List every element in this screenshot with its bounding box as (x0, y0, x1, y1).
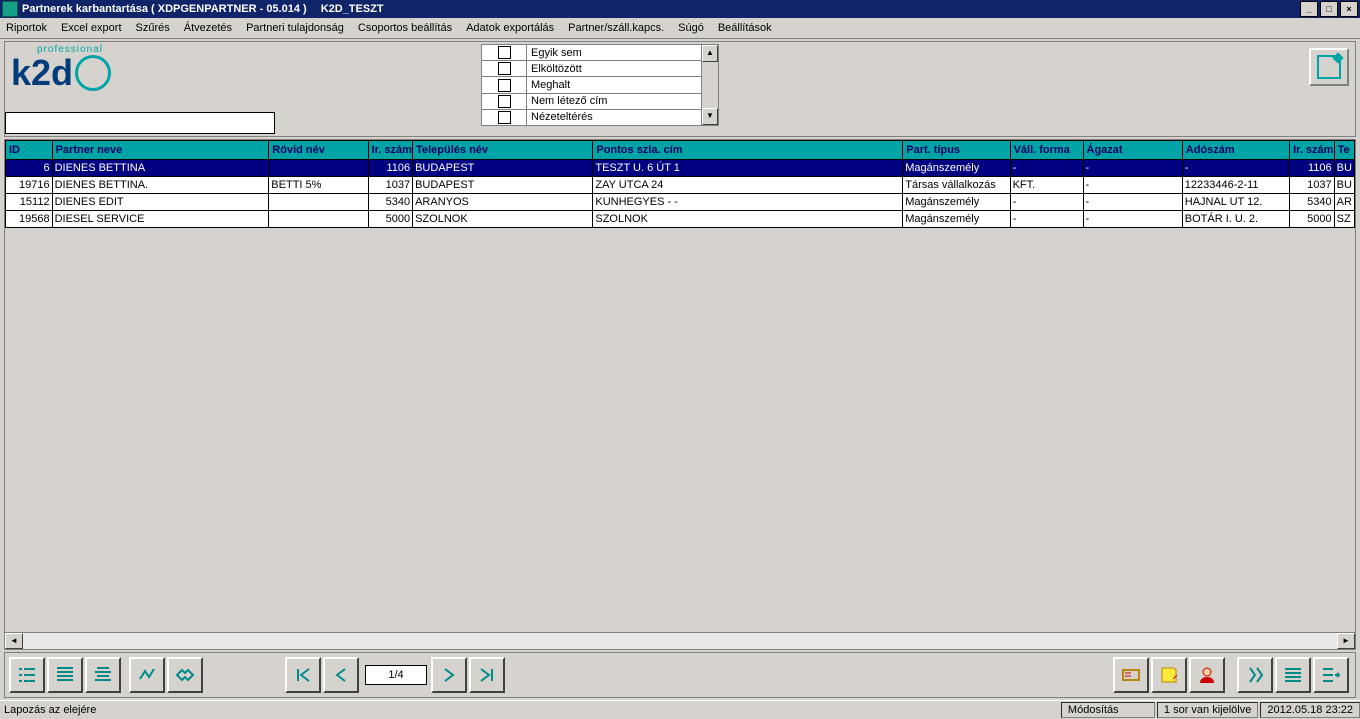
status-mode: Módosítás (1061, 702, 1155, 718)
status-hint: Lapozás az elejére (0, 704, 96, 716)
minimize-button[interactable]: _ (1300, 1, 1318, 17)
col-telepules[interactable]: Település név (413, 141, 593, 160)
status-bar: Lapozás az elejére Módosítás 1 sor van k… (0, 700, 1360, 719)
window-title-2: K2D_TESZT (321, 3, 384, 15)
toolbar-area: professional k2d Egyik sem Elköltözött M… (4, 41, 1356, 137)
checkbox[interactable] (498, 79, 511, 92)
data-grid[interactable]: ID Partner neve Rövid név Ir. szám Telep… (5, 140, 1355, 632)
last-page-button[interactable] (469, 657, 505, 693)
view-list2-button[interactable] (47, 657, 83, 693)
col-rovid-nev[interactable]: Rövid név (269, 141, 368, 160)
logo-big-text: k2d (11, 55, 111, 91)
logo-circle-icon (75, 55, 111, 91)
col-ir-szam2[interactable]: Ir. szám (1290, 141, 1335, 160)
title-bar: Partnerek karbantartása ( XDPGENPARTNER … (0, 0, 1360, 18)
table-row[interactable]: 15112DIENES EDIT5340ARANYOSKUNHEGYES - -… (6, 194, 1355, 211)
link2-button[interactable] (167, 657, 203, 693)
maximize-button[interactable]: □ (1320, 1, 1338, 17)
menu-excel-export[interactable]: Excel export (61, 22, 122, 34)
checkbox[interactable] (498, 46, 511, 59)
prev-page-button[interactable] (323, 657, 359, 693)
page-indicator[interactable]: 1/4 (365, 665, 427, 685)
menu-adatok-exportalas[interactable]: Adatok exportálás (466, 22, 554, 34)
checkbox[interactable] (498, 111, 511, 124)
partner-table: ID Partner neve Rövid név Ir. szám Telep… (5, 140, 1355, 228)
checkbox[interactable] (498, 62, 511, 75)
list-scrollbar[interactable]: ▲ ▼ (701, 45, 718, 125)
col-id[interactable]: ID (6, 141, 53, 160)
card-button[interactable] (1113, 657, 1149, 693)
menu-beallitasok[interactable]: Beállítások (718, 22, 772, 34)
pager: 1/4 (285, 657, 507, 693)
table-row[interactable]: 19716DIENES BETTINA.BETTI 5%1037BUDAPEST… (6, 177, 1355, 194)
menu-szures[interactable]: Szűrés (136, 22, 170, 34)
table-row[interactable]: 6DIENES BETTINA1106BUDAPESTTESZT U. 6 ÚT… (6, 160, 1355, 177)
edit-icon (1317, 55, 1341, 79)
filter-listbox[interactable]: Egyik sem Elköltözött Meghalt Nem létező… (481, 44, 719, 126)
scroll-down-icon[interactable]: ▼ (702, 108, 718, 125)
col-vall-forma[interactable]: Váll. forma (1010, 141, 1083, 160)
status-time: 2012.05.18 23:22 (1260, 702, 1360, 718)
filter-option[interactable]: Meghalt (482, 77, 701, 93)
first-page-button[interactable] (285, 657, 321, 693)
filter-option[interactable]: Nézeteltérés (482, 110, 701, 125)
menu-partneri-tulajdonsag[interactable]: Partneri tulajdonság (246, 22, 344, 34)
action2-button[interactable] (1275, 657, 1311, 693)
col-ir-szam[interactable]: Ir. szám (368, 141, 413, 160)
note-button[interactable] (1151, 657, 1187, 693)
menu-partner-szall-kapcs[interactable]: Partner/száll.kapcs. (568, 22, 664, 34)
table-row[interactable]: 19568DIESEL SERVICE5000SZOLNOKSZOLNOKMag… (6, 211, 1355, 228)
col-pontos-cim[interactable]: Pontos szla. cím (593, 141, 903, 160)
link-button[interactable] (129, 657, 165, 693)
logo: professional k2d (11, 44, 111, 91)
status-selection: 1 sor van kijelölve (1157, 702, 1258, 718)
right-button-group (1113, 657, 1351, 693)
menu-riportok[interactable]: Riportok (6, 22, 47, 34)
user-button[interactable] (1189, 657, 1225, 693)
checkbox[interactable] (498, 95, 511, 108)
window-buttons: _ □ × (1298, 1, 1358, 17)
data-grid-container: ID Partner neve Rövid név Ir. szám Telep… (4, 139, 1356, 650)
menu-sugo[interactable]: Súgó (678, 22, 704, 34)
menu-csoportos-beallitas[interactable]: Csoportos beállítás (358, 22, 452, 34)
filter-list-rows: Egyik sem Elköltözött Meghalt Nem létező… (482, 45, 701, 125)
scroll-left-icon[interactable]: ◄ (5, 633, 23, 649)
window-title-1: Partnerek karbantartása ( XDPGENPARTNER … (22, 3, 307, 15)
next-page-button[interactable] (431, 657, 467, 693)
filter-option[interactable]: Egyik sem (482, 45, 701, 61)
col-partner-neve[interactable]: Partner neve (52, 141, 269, 160)
col-part-tipus[interactable]: Part. típus (903, 141, 1010, 160)
scroll-right-icon[interactable]: ► (1337, 633, 1355, 649)
view-list3-button[interactable] (85, 657, 121, 693)
menu-bar: Riportok Excel export Szűrés Átvezetés P… (0, 18, 1360, 39)
edit-button[interactable] (1309, 48, 1349, 86)
table-header-row: ID Partner neve Rövid név Ir. szám Telep… (6, 141, 1355, 160)
col-adoszam[interactable]: Adószám (1182, 141, 1289, 160)
horizontal-scrollbar[interactable]: ◄ ► (5, 632, 1355, 649)
close-button[interactable]: × (1340, 1, 1358, 17)
col-te[interactable]: Te (1334, 141, 1354, 160)
bottom-toolbar: 1/4 (4, 652, 1356, 698)
search-input[interactable] (5, 112, 275, 134)
menu-atvezetes[interactable]: Átvezetés (184, 22, 232, 34)
col-agazat[interactable]: Ágazat (1083, 141, 1182, 160)
action1-button[interactable] (1237, 657, 1273, 693)
view-list1-button[interactable] (9, 657, 45, 693)
app-window: Partnerek karbantartása ( XDPGENPARTNER … (0, 0, 1360, 719)
filter-option[interactable]: Elköltözött (482, 61, 701, 77)
app-icon (2, 1, 18, 17)
scroll-up-icon[interactable]: ▲ (702, 45, 718, 62)
filter-option[interactable]: Nem létező cím (482, 94, 701, 110)
action3-button[interactable] (1313, 657, 1349, 693)
